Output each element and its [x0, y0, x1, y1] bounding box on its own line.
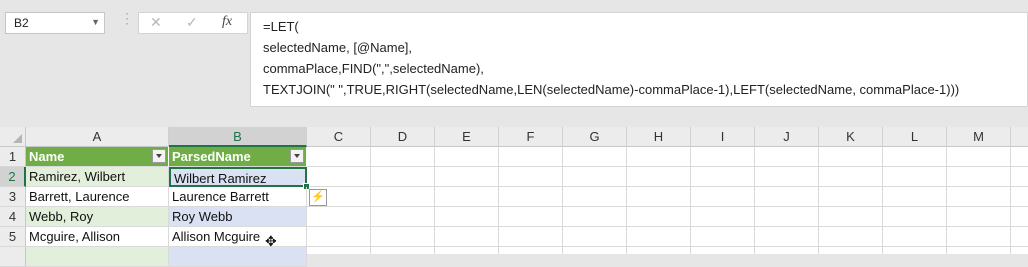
filter-dropdown-icon[interactable] — [290, 149, 304, 163]
formula-bar-grip-icon[interactable]: ⋮ — [120, 10, 135, 27]
table-header-parsedname[interactable]: ParsedName — [169, 147, 307, 167]
table-cell[interactable]: Mcguire, Allison — [26, 227, 169, 247]
empty-cells[interactable] — [307, 147, 1028, 254]
table-cell[interactable]: Allison Mcguire — [169, 227, 307, 247]
enter-icon[interactable]: ✓ — [186, 14, 198, 31]
worksheet-grid[interactable]: A B C D E F G H I J K L M 1 2 3 4 5 Name… — [0, 127, 1028, 267]
table-cell-partial[interactable] — [26, 247, 169, 267]
column-header-overflow — [1011, 127, 1028, 147]
column-header-m[interactable]: M — [947, 127, 1011, 147]
row-header-1[interactable]: 1 — [0, 147, 26, 167]
row-header-3[interactable]: 3 — [0, 187, 26, 207]
column-header-i[interactable]: I — [691, 127, 755, 147]
table-cell[interactable]: Roy Webb — [169, 207, 307, 227]
header-label: Name — [29, 149, 65, 164]
table-cell[interactable]: Ramirez, Wilbert — [26, 167, 169, 187]
formula-buttons: ✕ ✓ fx — [138, 12, 248, 34]
column-header-f[interactable]: F — [499, 127, 563, 147]
column-header-a[interactable]: A — [26, 127, 169, 147]
column-header-d[interactable]: D — [371, 127, 435, 147]
move-cursor-icon: ✥ — [265, 233, 277, 249]
select-all-button[interactable] — [0, 127, 26, 147]
column-header-e[interactable]: E — [435, 127, 499, 147]
formula-line: TEXTJOIN(" ",TRUE,RIGHT(selectedName,LEN… — [263, 82, 960, 97]
insert-function-button[interactable]: fx — [222, 14, 232, 30]
table-cell[interactable]: Laurence Barrett — [169, 187, 307, 207]
row-header-6[interactable] — [0, 247, 26, 267]
row-header-2[interactable]: 2 — [0, 167, 26, 187]
column-header-j[interactable]: J — [755, 127, 819, 147]
column-header-k[interactable]: K — [819, 127, 883, 147]
row-header-5[interactable]: 5 — [0, 227, 26, 247]
table-cell[interactable]: Webb, Roy — [26, 207, 169, 227]
column-header-h[interactable]: H — [627, 127, 691, 147]
filter-dropdown-icon[interactable] — [152, 149, 166, 163]
formula-input[interactable]: =LET( selectedName, [@Name], commaPlace,… — [250, 12, 1028, 107]
name-box[interactable]: B2 ▼ — [5, 12, 105, 34]
formula-line: commaPlace,FIND(",",selectedName), — [263, 61, 484, 76]
header-label: ParsedName — [172, 149, 251, 164]
column-header-b[interactable]: B — [169, 127, 307, 147]
column-header-c[interactable]: C — [307, 127, 371, 147]
row-header-4[interactable]: 4 — [0, 207, 26, 227]
active-cell[interactable]: Wilbert Ramirez — [169, 167, 307, 187]
formula-line: =LET( — [263, 19, 299, 34]
formula-line: selectedName, [@Name], — [263, 40, 413, 55]
flash-fill-icon[interactable]: ⚡ — [309, 189, 327, 206]
table-cell-partial[interactable] — [169, 247, 307, 267]
table-cell[interactable]: Barrett, Laurence — [26, 187, 169, 207]
column-header-l[interactable]: L — [883, 127, 947, 147]
column-header-g[interactable]: G — [563, 127, 627, 147]
chevron-down-icon[interactable]: ▼ — [91, 17, 100, 27]
table-header-name[interactable]: Name — [26, 147, 169, 167]
name-box-value: B2 — [14, 16, 29, 30]
cancel-icon[interactable]: ✕ — [150, 14, 162, 31]
